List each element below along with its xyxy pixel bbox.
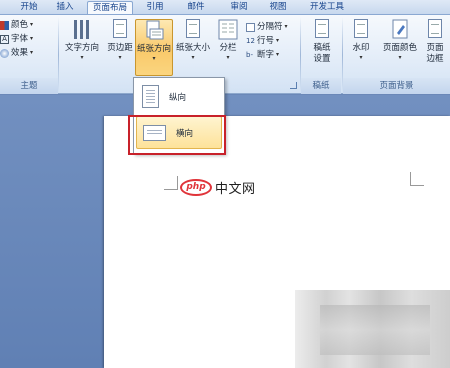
watermark-button[interactable]: 水印 ▾ [345, 19, 377, 76]
theme-colors-button[interactable]: 颜色 ▾ [0, 19, 33, 31]
tab-page-layout[interactable]: 页面布局 [87, 1, 133, 14]
hyphenation-button[interactable]: b- 断字 ▾ [246, 49, 279, 61]
page-color-icon [390, 19, 410, 41]
watermark-text: 中文网 [215, 181, 256, 197]
colors-icon [0, 20, 9, 30]
site-watermark: php 中文网 [180, 178, 256, 197]
page-setup-dialog-launcher-icon[interactable] [290, 82, 297, 89]
text-direction-icon [72, 19, 92, 41]
tab-insert[interactable]: 插入 [50, 1, 80, 14]
orientation-button[interactable]: 纸张方向 ▾ [135, 19, 173, 76]
orientation-icon [144, 20, 164, 42]
paper-size-icon [183, 19, 203, 41]
theme-group-label: 主题 [0, 78, 58, 94]
tab-view[interactable]: 视图 [263, 1, 293, 14]
page-color-button[interactable]: 页面颜色 ▾ [380, 19, 420, 76]
tab-review[interactable]: 审阅 [224, 1, 254, 14]
size-button[interactable]: 纸张大小 ▾ [174, 19, 212, 76]
line-numbers-icon: 12 [246, 36, 255, 45]
margins-button[interactable]: 页边距 ▾ [104, 19, 136, 76]
tab-mailings[interactable]: 邮件 [181, 1, 211, 14]
watermark-icon [351, 19, 371, 41]
portrait-page-icon [142, 85, 159, 108]
orientation-portrait-option[interactable]: 纵向 [136, 80, 222, 113]
hyphenation-icon: b- [246, 50, 253, 59]
fonts-icon: A [0, 34, 9, 44]
ribbon: 颜色 ▾ A 字体 ▾ 效果 ▾ 主题 文字方向 ▾ 页边距 ▾ 纸张方向 ▾ … [0, 14, 450, 94]
breaks-icon [246, 22, 255, 32]
columns-button[interactable]: 分栏 ▾ [214, 19, 242, 76]
text-direction-button[interactable]: 文字方向 ▾ [61, 19, 103, 76]
columns-icon [218, 19, 238, 41]
tab-references[interactable]: 引用 [140, 1, 170, 14]
breaks-button[interactable]: 分隔符 ▾ [246, 21, 288, 33]
theme-effects-button[interactable]: 效果 ▾ [0, 47, 33, 59]
margins-icon [110, 19, 130, 41]
page-margin-corner [410, 172, 424, 186]
group-separator [58, 17, 59, 93]
page-margin-corner [164, 176, 178, 190]
highlight-annotation-box [128, 115, 226, 155]
blurred-region [320, 305, 430, 355]
page-borders-icon [425, 19, 445, 41]
php-logo-icon: php [180, 178, 212, 196]
page-background-group-label: 页面背景 [343, 78, 450, 94]
tab-home[interactable]: 开始 [14, 1, 44, 14]
theme-fonts-button[interactable]: A 字体 ▾ [0, 33, 33, 45]
draft-group-label: 稿纸 [301, 78, 341, 94]
line-numbers-button[interactable]: 12 行号 ▾ [246, 35, 279, 47]
ribbon-tab-strip: 开始 插入 页面布局 引用 邮件 审阅 视图 开发工具 [0, 0, 450, 14]
draft-settings-button[interactable]: 稿纸 设置 [306, 19, 338, 76]
draft-paper-icon [312, 19, 332, 41]
effects-icon [0, 48, 9, 58]
page-borders-button[interactable]: 页面 边框 [421, 19, 449, 76]
tab-developer[interactable]: 开发工具 [304, 1, 350, 14]
